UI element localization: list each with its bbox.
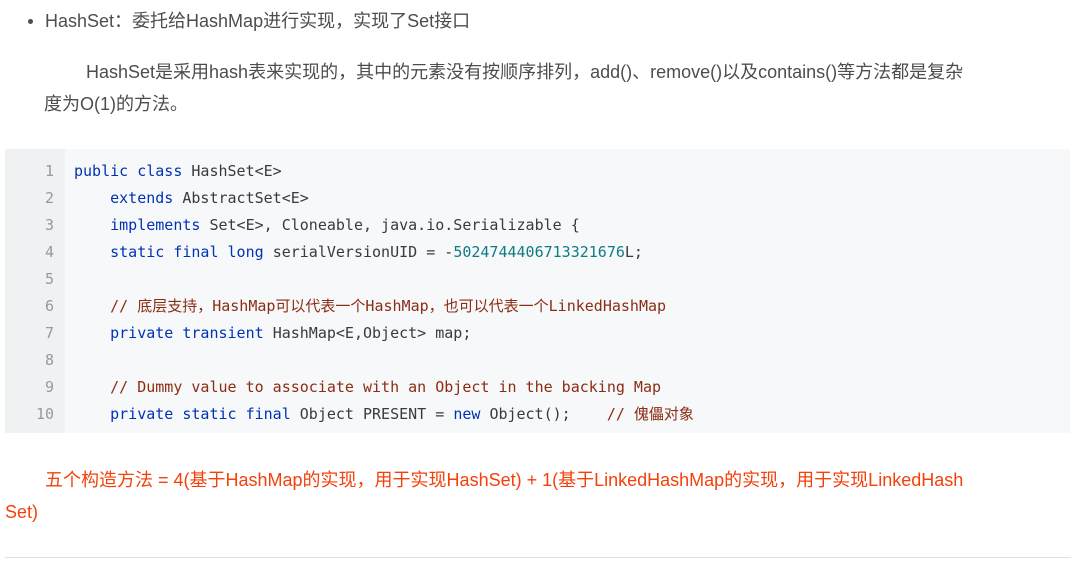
line-number: 8 xyxy=(44,351,54,369)
keyword: class xyxy=(137,162,183,180)
line-number: 10 xyxy=(35,405,54,423)
code-line-1: public class HashSet<E> xyxy=(74,158,282,185)
description-paragraph: HashSet是采用hash表来实现的，其中的元素没有按顺序排列，add()、r… xyxy=(44,56,1070,120)
line-number: 3 xyxy=(44,216,54,234)
code-text: serialVersionUID = - xyxy=(272,243,454,261)
code-text: HashSet<E> xyxy=(191,162,282,180)
line-number: 7 xyxy=(44,324,54,342)
keyword: new xyxy=(453,405,481,423)
paragraph-line-2: 度为O(1)的方法。 xyxy=(44,94,188,114)
constructor-note: 五个构造方法 = 4(基于HashMap的实现，用于实现HashSet) + 1… xyxy=(5,464,1071,528)
keyword: extends xyxy=(110,189,174,207)
code-text: HashMap<E,Object> map; xyxy=(272,324,472,342)
code-comment: // 傀儡对象 xyxy=(606,405,694,423)
code-line-6: // 底层支持，HashMap可以代表一个HashMap，也可以代表一个Link… xyxy=(74,293,666,320)
keyword: final xyxy=(245,405,291,423)
keyword: static xyxy=(182,405,237,423)
line-number: 4 xyxy=(44,243,54,261)
keyword: private xyxy=(110,324,174,342)
code-text: Object(); xyxy=(489,405,571,423)
code-line-9: // Dummy value to associate with an Obje… xyxy=(74,374,661,401)
bullet-dot-icon xyxy=(28,18,33,24)
keyword: long xyxy=(227,243,264,261)
code-line-10: private static final Object PRESENT = ne… xyxy=(74,401,694,428)
divider xyxy=(5,557,1071,558)
code-text: L; xyxy=(624,243,643,261)
code-line-2: extends AbstractSet<E> xyxy=(74,185,309,212)
code-text: AbstractSet<E> xyxy=(182,189,309,207)
keyword: static xyxy=(110,243,165,261)
code-text: Set<E>, Cloneable, java.io.Serializable … xyxy=(209,216,580,234)
code-line-7: private transient HashMap<E,Object> map; xyxy=(74,320,471,347)
number-literal: 5024744406713321676 xyxy=(453,243,625,261)
line-number: 2 xyxy=(44,189,54,207)
code-block[interactable]: 1 2 3 4 5 6 7 8 9 10 public class HashSe… xyxy=(5,149,1070,433)
note-line-2: Set) xyxy=(5,502,39,522)
line-number-gutter: 1 2 3 4 5 6 7 8 9 10 xyxy=(5,149,65,433)
bullet-text: HashSet：委托给HashMap进行实现，实现了Set接口 xyxy=(45,11,471,31)
line-number: 5 xyxy=(44,270,54,288)
keyword: public xyxy=(74,162,129,180)
keyword: final xyxy=(173,243,219,261)
line-number: 9 xyxy=(44,378,54,396)
keyword: transient xyxy=(182,324,264,342)
bullet-item: HashSet：委托给HashMap进行实现，实现了Set接口 xyxy=(28,6,470,34)
note-line-1: 五个构造方法 = 4(基于HashMap的实现，用于实现HashSet) + 1… xyxy=(45,470,964,490)
paragraph-line-1: HashSet是采用hash表来实现的，其中的元素没有按顺序排列，add()、r… xyxy=(86,62,964,82)
code-line-4: static final long serialVersionUID = -50… xyxy=(74,239,643,266)
code-comment: // 底层支持，HashMap可以代表一个HashMap，也可以代表一个Link… xyxy=(110,297,667,315)
code-line-3: implements Set<E>, Cloneable, java.io.Se… xyxy=(74,212,580,239)
keyword: implements xyxy=(110,216,201,234)
line-number: 1 xyxy=(44,162,54,180)
code-text: Object PRESENT = xyxy=(299,405,454,423)
code-comment: // Dummy value to associate with an Obje… xyxy=(110,378,662,396)
line-number: 6 xyxy=(44,297,54,315)
keyword: private xyxy=(110,405,174,423)
